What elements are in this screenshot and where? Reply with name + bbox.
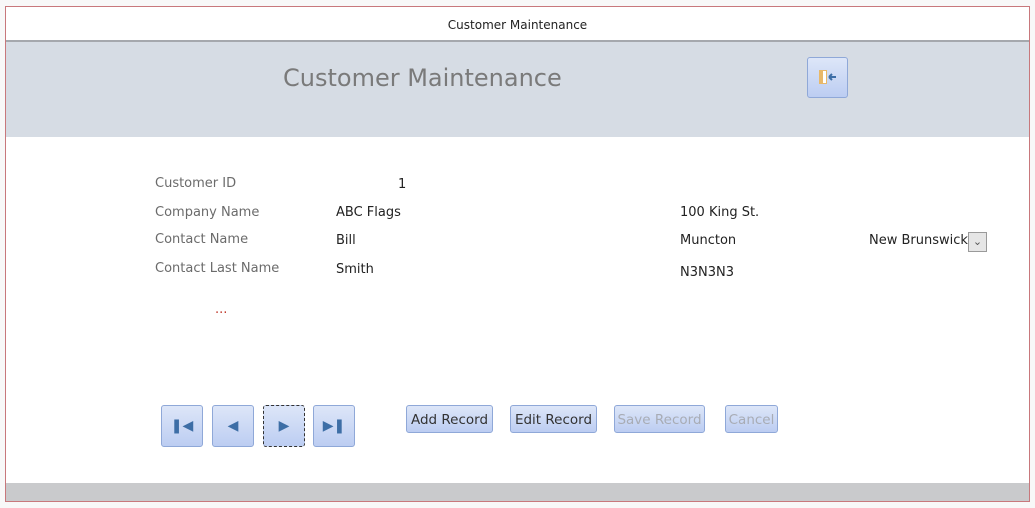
address-field[interactable]: 100 King St. [680, 205, 759, 220]
contact-last-name-field[interactable]: Smith [336, 262, 374, 277]
customer-id-label: Customer ID [155, 176, 237, 191]
next-record-button[interactable]: ▶ [263, 405, 305, 447]
province-select[interactable]: New Brunswick [869, 233, 968, 248]
add-record-button[interactable]: Add Record [406, 405, 493, 433]
postal-code-field[interactable]: N3N3N3 [680, 265, 734, 280]
ellipsis-text: ... [215, 302, 228, 317]
company-name-field[interactable]: ABC Flags [336, 205, 401, 220]
window-title: Customer Maintenance [6, 7, 1029, 42]
chevron-down-icon[interactable]: ⌄ [968, 232, 987, 252]
cancel-button[interactable]: Cancel [725, 405, 778, 433]
contact-name-label: Contact Name [155, 232, 249, 247]
first-record-button[interactable]: ❚◀ [161, 405, 203, 447]
form-window: Customer Maintenance Customer Maintenanc… [5, 6, 1030, 502]
last-record-icon: ▶❚ [322, 418, 346, 434]
first-record-icon: ❚◀ [170, 418, 194, 434]
contact-last-name-label: Contact Last Name [155, 261, 280, 276]
previous-record-button[interactable]: ◀ [212, 405, 254, 447]
form-header: Customer Maintenance [6, 42, 1029, 137]
last-record-button[interactable]: ▶❚ [313, 405, 355, 447]
contact-name-field[interactable]: Bill [336, 233, 356, 248]
exit-button[interactable] [807, 57, 848, 98]
next-record-icon: ▶ [278, 418, 290, 434]
customer-id-value: 1 [398, 177, 407, 192]
company-name-label: Company Name [155, 205, 260, 220]
city-field[interactable]: Muncton [680, 233, 736, 248]
status-bar [6, 483, 1029, 501]
page-title: Customer Maintenance [283, 64, 562, 92]
save-record-button[interactable]: Save Record [614, 405, 705, 433]
exit-door-icon [819, 70, 836, 84]
previous-record-icon: ◀ [227, 418, 239, 434]
edit-record-button[interactable]: Edit Record [510, 405, 597, 433]
